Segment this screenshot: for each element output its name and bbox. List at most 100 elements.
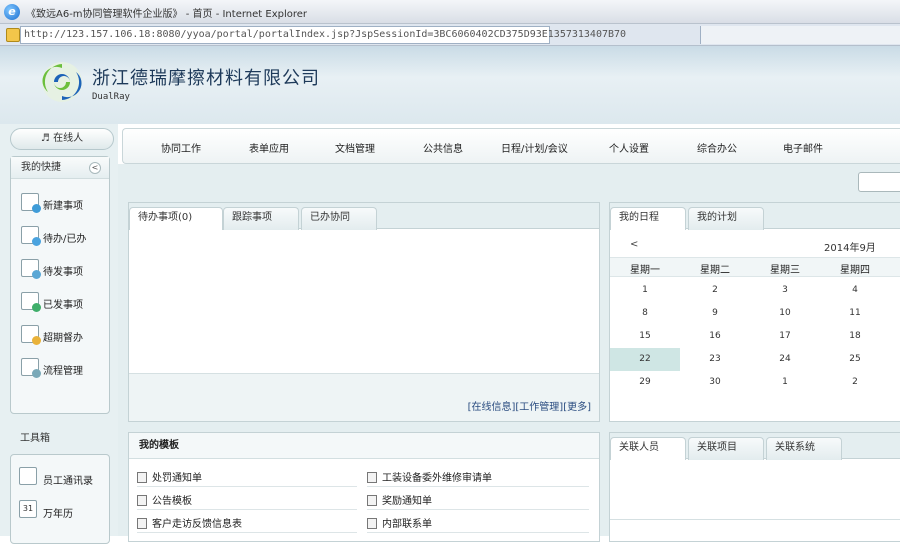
- calendar-day[interactable]: 23: [680, 348, 750, 371]
- toolbox-panel: 员工通讯录 31 万年历: [10, 454, 110, 544]
- tab-related-projects[interactable]: 关联项目: [688, 437, 764, 460]
- weekday-label: 星期一: [630, 265, 660, 276]
- shortcut-label: 新建事项: [43, 201, 83, 212]
- address-bar-right: [700, 26, 900, 44]
- shortcut-workflow[interactable]: 流程管理: [11, 350, 109, 383]
- shortcut-label: 流程管理: [43, 366, 83, 377]
- document-icon: [367, 495, 377, 506]
- calendar-day[interactable]: 4: [820, 279, 890, 302]
- templates-panel: 我的模板 处罚通知单 公告模板 客户走访反馈信息表 工装设备委外维修审请单 奖励…: [128, 432, 600, 542]
- tool-address-book[interactable]: 员工通讯录: [11, 459, 109, 492]
- shortcut-label: 待发事项: [43, 267, 83, 278]
- todo-done-icon: [21, 226, 41, 246]
- overdue-icon: [21, 325, 41, 345]
- address-book-icon: [19, 467, 37, 485]
- calendar-day[interactable]: 30: [680, 371, 750, 394]
- sent-icon: [21, 292, 41, 312]
- document-icon: [137, 472, 147, 483]
- templates-title: 我的模板: [129, 433, 599, 459]
- work-management-link[interactable]: [工作管理]: [515, 402, 563, 413]
- internet-explorer-icon: e: [4, 4, 20, 20]
- shortcut-new-item[interactable]: 新建事项: [11, 185, 109, 218]
- address-bar: http://123.157.106.18:8080/yyoa/portal/p…: [0, 24, 900, 46]
- template-item[interactable]: 公告模板: [137, 492, 192, 510]
- tab-tracking[interactable]: 跟踪事项: [223, 207, 299, 230]
- shortcut-sent[interactable]: 已发事项: [11, 284, 109, 317]
- template-label: 工装设备委外维修审请单: [382, 473, 492, 484]
- document-icon: [367, 518, 377, 529]
- template-label: 奖励通知单: [382, 496, 432, 507]
- calendar-day[interactable]: 16: [680, 325, 750, 348]
- more-link[interactable]: [更多]: [563, 402, 591, 413]
- calendar-day[interactable]: 1: [610, 279, 680, 302]
- nav-personal-settings[interactable]: 个人设置: [609, 140, 649, 155]
- template-item[interactable]: 客户走访反馈信息表: [137, 515, 242, 533]
- divider: [610, 519, 900, 520]
- shortcuts-header: 我的快捷 <: [11, 157, 109, 179]
- left-sidebar: ♬ 在线人 我的快捷 < 新建事项 待办/已办 待发事项 已发事项 超期督办 流…: [0, 124, 118, 544]
- calendar-day[interactable]: 15: [610, 325, 680, 348]
- calendar-day[interactable]: 2: [680, 279, 750, 302]
- tool-label: 万年历: [43, 509, 73, 520]
- tool-calendar[interactable]: 31 万年历: [11, 492, 109, 525]
- company-name: 浙江德瑞摩擦材料有限公司: [92, 68, 320, 89]
- online-users-label: 在线人: [53, 133, 84, 144]
- collapse-sidebar-icon[interactable]: <: [89, 162, 101, 174]
- url-text[interactable]: http://123.157.106.18:8080/yyoa/portal/p…: [24, 29, 626, 40]
- template-item[interactable]: 奖励通知单: [367, 492, 432, 510]
- calendar-day[interactable]: 24: [750, 348, 820, 371]
- calendar-day[interactable]: 18: [820, 325, 890, 348]
- tab-todo[interactable]: 待办事项(0): [129, 207, 223, 230]
- calendar-day[interactable]: 29: [610, 371, 680, 394]
- row-divider: [367, 509, 589, 510]
- shortcut-todo-done[interactable]: 待办/已办: [11, 218, 109, 251]
- tab-my-schedule[interactable]: 我的日程: [610, 207, 686, 230]
- template-item[interactable]: 处罚通知单: [137, 469, 202, 487]
- row-divider: [137, 509, 357, 510]
- calendar-day[interactable]: 10: [750, 302, 820, 325]
- shortcut-overdue[interactable]: 超期督办: [11, 317, 109, 350]
- schedule-panel: 我的日程 我的计划 < 2014年9月 星期一 星期二 星期三 星期四 1234…: [609, 202, 900, 422]
- calendar-day[interactable]: 8: [610, 302, 680, 325]
- shortcut-label: 已发事项: [43, 300, 83, 311]
- related-tabstrip: 关联人员 关联项目 关联系统: [610, 433, 900, 460]
- shortcut-label: 超期督办: [43, 333, 83, 344]
- nav-collaboration[interactable]: 协同工作: [161, 140, 201, 155]
- tab-my-plan[interactable]: 我的计划: [688, 207, 764, 230]
- calendar-day[interactable]: 2: [820, 371, 890, 394]
- template-item[interactable]: 工装设备委外维修审请单: [367, 469, 492, 487]
- page-icon: [6, 28, 20, 42]
- nav-public-info[interactable]: 公共信息: [423, 140, 463, 155]
- main-nav: 协同工作 表单应用 文档管理 公共信息 日程/计划/会议 个人设置 综合办公 电…: [122, 128, 900, 164]
- template-label: 处罚通知单: [152, 473, 202, 484]
- pending-send-icon: [21, 259, 41, 279]
- calendar-day[interactable]: 3: [750, 279, 820, 302]
- calendar-day[interactable]: 11: [820, 302, 890, 325]
- nav-documents[interactable]: 文档管理: [335, 140, 375, 155]
- tab-done[interactable]: 已办协同: [301, 207, 377, 230]
- nav-office[interactable]: 综合办公: [697, 140, 737, 155]
- online-info-link[interactable]: [在线信息]: [468, 402, 516, 413]
- calendar-day[interactable]: 1: [750, 371, 820, 394]
- nav-email[interactable]: 电子邮件: [783, 140, 823, 155]
- template-label: 客户走访反馈信息表: [152, 519, 242, 530]
- nav-forms[interactable]: 表单应用: [249, 140, 289, 155]
- prev-month-icon[interactable]: <: [630, 239, 638, 250]
- tab-related-systems[interactable]: 关联系统: [766, 437, 842, 460]
- tab-related-people[interactable]: 关联人员: [610, 437, 686, 460]
- nav-schedule[interactable]: 日程/计划/会议: [501, 140, 568, 155]
- shortcuts-title: 我的快捷: [21, 162, 61, 173]
- calendar-day[interactable]: 22: [610, 348, 680, 371]
- shortcut-label: 待办/已办: [43, 234, 87, 245]
- calendar-icon: 31: [19, 500, 37, 518]
- document-icon: [367, 472, 377, 483]
- calendar-day[interactable]: 25: [820, 348, 890, 371]
- template-item[interactable]: 内部联系单: [367, 515, 432, 533]
- calendar-day[interactable]: 17: [750, 325, 820, 348]
- shortcut-pending-send[interactable]: 待发事项: [11, 251, 109, 284]
- calendar-day[interactable]: 9: [680, 302, 750, 325]
- document-icon: [137, 495, 147, 506]
- search-input[interactable]: [858, 172, 900, 192]
- company-logo-icon: [42, 62, 82, 102]
- online-users-button[interactable]: ♬ 在线人: [10, 128, 114, 150]
